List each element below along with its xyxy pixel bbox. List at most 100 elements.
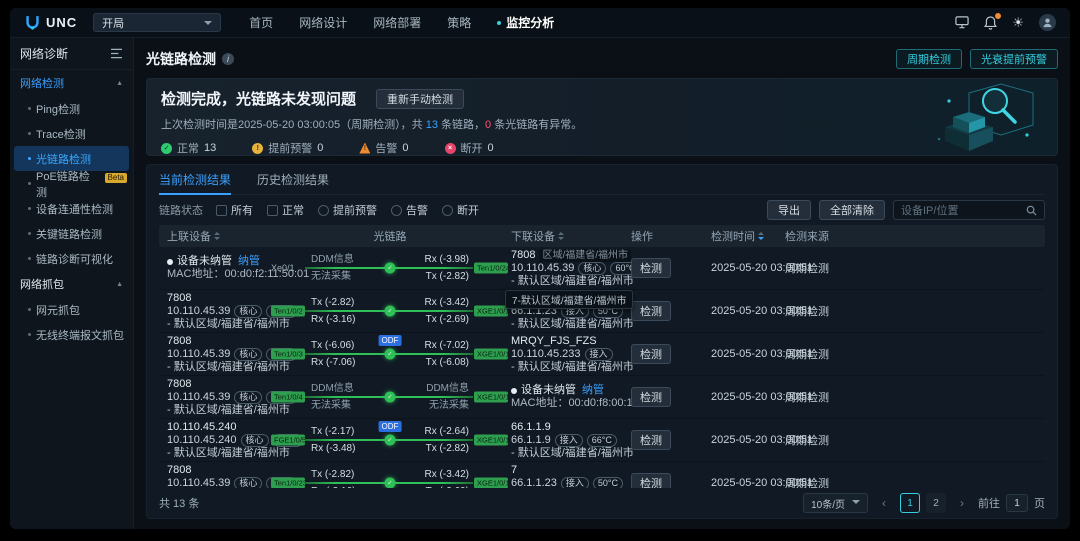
nav-item-3[interactable]: 网络部署 [373, 14, 421, 31]
link-value: Rx (-2.64) [425, 426, 469, 437]
prev-page-button[interactable]: ‹ [874, 493, 894, 513]
nav-item-4[interactable]: 策略 [447, 14, 471, 31]
manage-link[interactable]: 纳管 [582, 384, 604, 397]
uplink-port[interactable]: Ten1/0/4 [271, 392, 305, 403]
logo: UNC [24, 14, 77, 31]
sort-icon[interactable] [558, 229, 564, 243]
device-name: 7808 [167, 335, 191, 348]
next-page-button[interactable]: › [952, 493, 972, 513]
page-action-button-1[interactable]: 光衰提前预警 [970, 49, 1058, 69]
downlink-cell: 设备未纳管纳管MAC地址：00:d0:f8:00:12:27 [511, 376, 631, 418]
detect-time: 2025-05-20 03:00:51 [711, 477, 785, 488]
sidebar-item-label: 设备连通性检测 [36, 201, 113, 217]
theme-toggle-icon[interactable]: ☀ [1012, 15, 1024, 31]
sidebar-title: 网络诊断 [20, 45, 68, 62]
sidebar-item-Trace检测[interactable]: Trace检测 [10, 121, 133, 146]
device-name-line: 66.1.1.9 [511, 421, 631, 434]
column-header-label: 光链路 [374, 228, 407, 244]
temperature-badge: 66°C [587, 434, 617, 447]
detect-button[interactable]: 检测 [631, 258, 671, 278]
sidebar-item-label: PoE链路检测 [36, 168, 99, 200]
detect-button[interactable]: 检测 [631, 301, 671, 321]
role-badge: 核心 [234, 305, 262, 318]
sidebar-item-设备连通性检测[interactable]: 设备连通性检测 [10, 196, 133, 221]
stat-value: 0 [402, 142, 408, 154]
downlink-port[interactable]: XGE1/0/1 [474, 392, 508, 403]
sidebar-item-Ping检测[interactable]: Ping检测 [10, 96, 133, 121]
sort-icon[interactable] [214, 229, 220, 243]
uplink-port[interactable]: Ten1/0/2 [271, 306, 305, 317]
page-button-1[interactable]: 1 [900, 493, 920, 513]
collapse-sidebar-icon[interactable] [110, 48, 123, 59]
uplink-port[interactable]: Ten1/0/23 [271, 478, 305, 489]
downlink-port[interactable]: XGE1/0/1 [474, 349, 508, 360]
tab-0[interactable]: 当前检测结果 [159, 165, 231, 194]
clear-all-button[interactable]: 全部清除 [819, 200, 885, 220]
uplink-port[interactable]: FGE1/0/5 [271, 435, 305, 446]
device-name: 7808 [167, 292, 191, 305]
checkbox-icon [267, 205, 278, 216]
device-mac: MAC地址：00:d0:f2:11:50:01 [167, 268, 269, 281]
checkbox-icon [391, 205, 402, 216]
sidebar-group-0[interactable]: 网络检测▲ [10, 70, 133, 96]
sidebar-item-label: 光链路检测 [36, 151, 91, 167]
sidebar-item-PoE链路检测[interactable]: PoE链路检测Beta [10, 171, 133, 196]
downlink-port[interactable]: XGE1/0/1 [474, 435, 508, 446]
sort-icon[interactable] [758, 229, 764, 243]
filter-label: 链路状态 [159, 202, 203, 218]
source-cell: 周期检测 [785, 419, 1045, 461]
goto-page-input[interactable]: 1 [1006, 494, 1028, 512]
link-cell: ✓Ten1/0/4DDM信息无法采集DDM信息无法采集XGE1/0/1 [269, 376, 511, 418]
search-input[interactable]: 设备IP/位置 [893, 200, 1045, 220]
column-header-2[interactable]: 下联设备 [511, 228, 631, 244]
link-value: Tx (-2.82) [426, 271, 469, 282]
sidebar-group-1[interactable]: 网络抓包▲ [10, 271, 133, 297]
filter-option-提前预警[interactable]: 提前预警 [318, 202, 377, 218]
manual-detect-button[interactable]: 重新手动检测 [376, 89, 464, 109]
ok-status-icon: ✓ [161, 143, 172, 154]
uplink-port[interactable]: Xe0/1 [271, 263, 295, 273]
filter-option-告警[interactable]: 告警 [391, 202, 428, 218]
filter-option-所有[interactable]: 所有 [216, 202, 253, 218]
downlink-port[interactable]: Ten1/0/24 [474, 263, 508, 274]
nav-item-2[interactable]: 网络设计 [299, 14, 347, 31]
page-action-button-0[interactable]: 周期检测 [896, 49, 962, 69]
link-value: Rx (-3.16) [311, 486, 355, 488]
action-cell: 检测 [631, 462, 711, 488]
link-cell: ✓Xe0/1DDM信息无法采集Rx (-3.98)Tx (-2.82)Ten1/… [269, 247, 511, 289]
sidebar-item-label: 网元抓包 [36, 302, 80, 318]
bell-icon[interactable] [984, 16, 997, 30]
manage-link[interactable]: 纳管 [238, 255, 260, 268]
downlink-port[interactable]: XGE1/0/1 [474, 306, 508, 317]
filter-option-断开[interactable]: 断开 [442, 202, 479, 218]
item-bullet-icon [28, 182, 31, 185]
console-icon[interactable] [955, 16, 969, 29]
detect-button[interactable]: 检测 [631, 473, 671, 488]
nav-item-1[interactable]: 首页 [249, 14, 273, 31]
avatar[interactable] [1039, 14, 1056, 31]
page-button-2[interactable]: 2 [926, 493, 946, 513]
site-selector-dropdown[interactable]: 开局 [93, 13, 221, 32]
sidebar-item-关键链路检测[interactable]: 关键链路检测 [10, 221, 133, 246]
export-button[interactable]: 导出 [767, 200, 811, 220]
nav-item-5[interactable]: 监控分析 [497, 14, 554, 31]
sidebar-item-label: Trace检测 [36, 126, 86, 142]
info-icon[interactable]: i [222, 53, 234, 65]
uplink-port[interactable]: Ten1/0/3 [271, 349, 305, 360]
sidebar-item-链路诊断可视化[interactable]: 链路诊断可视化 [10, 246, 133, 271]
device-location: - 默认区域/福建省/福州市 [167, 447, 269, 460]
column-header-0[interactable]: 上联设备 [159, 228, 269, 244]
tab-1[interactable]: 历史检测结果 [257, 165, 329, 194]
downlink-port[interactable]: XGE1/0/1 [474, 478, 508, 489]
table-row: 780810.110.45.39核心60°C- 默认区域/福建省/福州市✓Ten… [159, 376, 1045, 419]
column-header-4[interactable]: 检测时间 [711, 228, 785, 244]
sidebar-item-无线终端报文抓包[interactable]: 无线终端报文抓包 [10, 322, 133, 347]
warn-status-icon: ! [252, 143, 263, 154]
detect-button[interactable]: 检测 [631, 387, 671, 407]
filter-option-正常[interactable]: 正常 [267, 202, 304, 218]
item-bullet-icon [28, 333, 31, 336]
page-size-select[interactable]: 10条/页 [803, 493, 868, 513]
sidebar-item-网元抓包[interactable]: 网元抓包 [10, 297, 133, 322]
detect-button[interactable]: 检测 [631, 344, 671, 364]
detect-button[interactable]: 检测 [631, 430, 671, 450]
